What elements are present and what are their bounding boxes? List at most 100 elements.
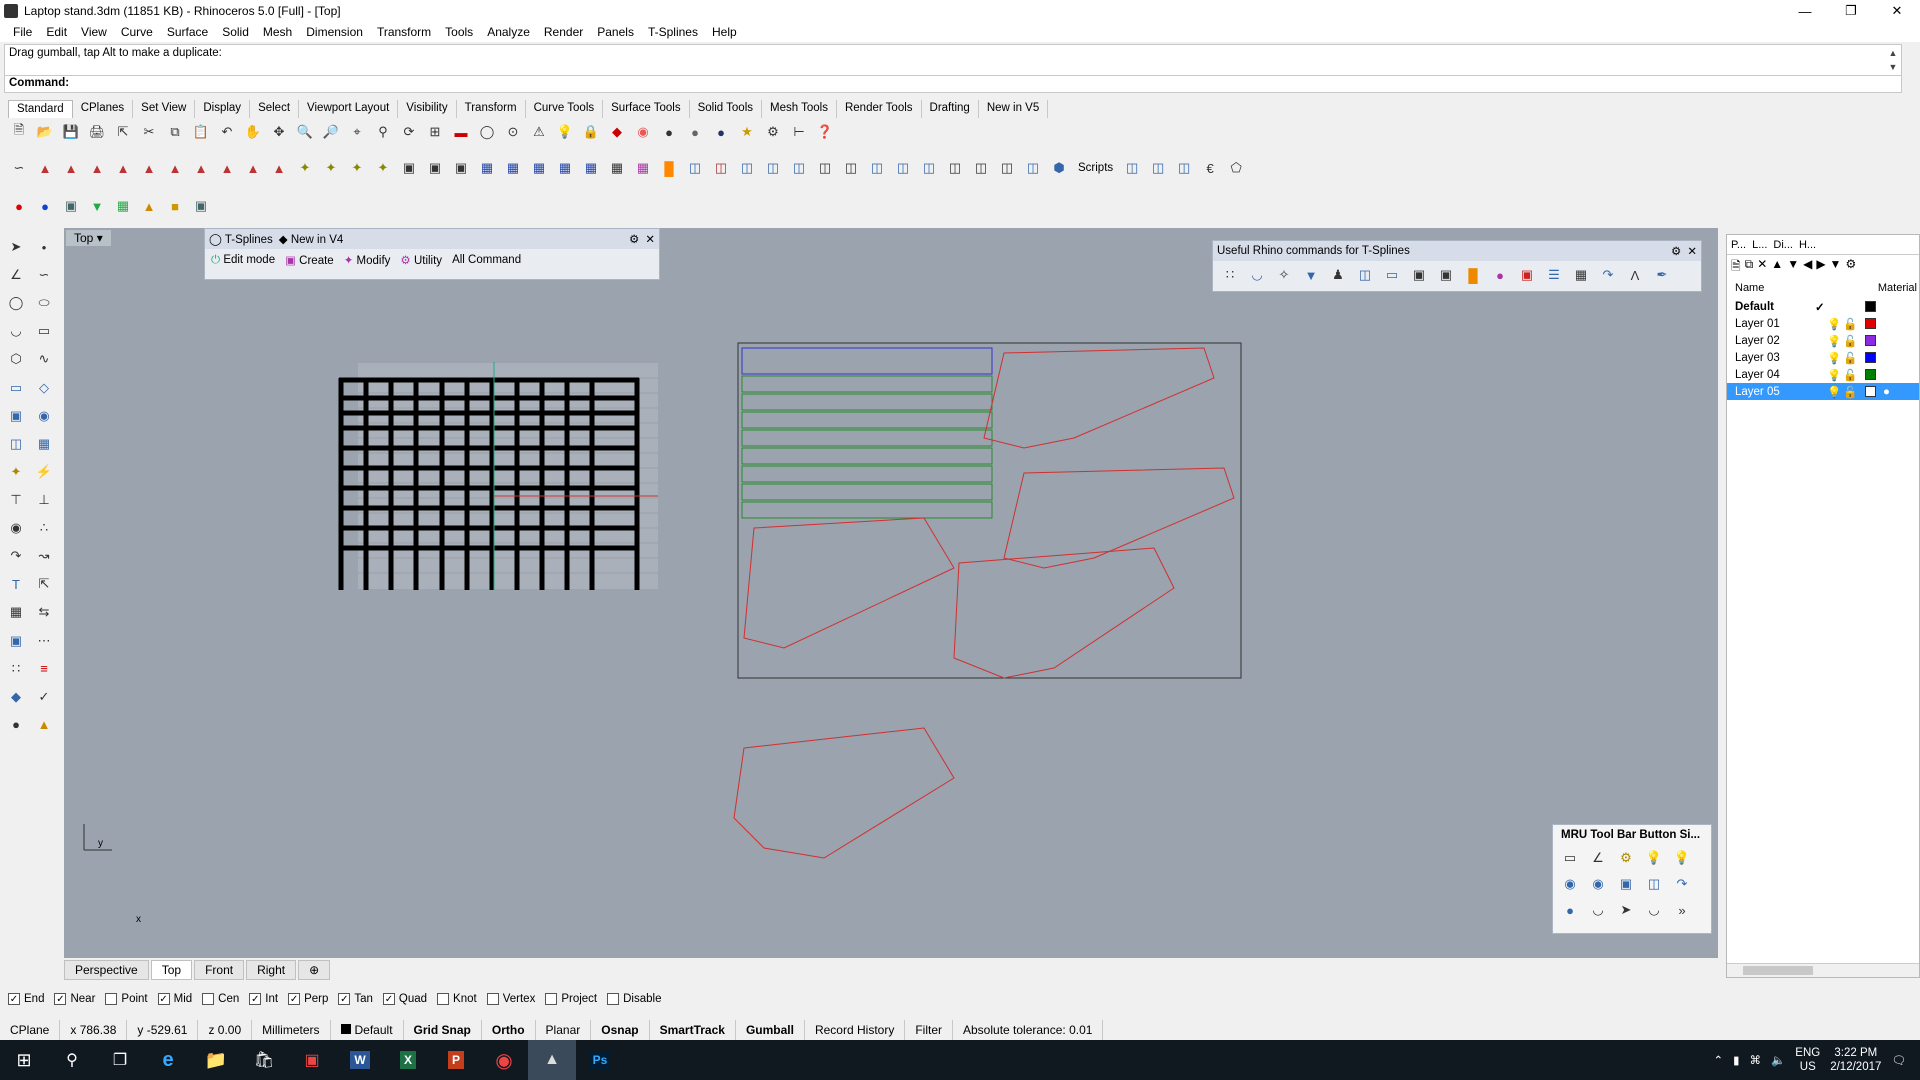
top-viewport[interactable]: [64, 228, 1718, 958]
rotate-view-icon[interactable]: ⟳: [398, 121, 420, 143]
person-tool-icon[interactable]: ♟: [1327, 264, 1349, 286]
tab-new-in-v5[interactable]: New in V5: [979, 100, 1049, 118]
history-scroll-down-icon[interactable]: ▼: [1887, 61, 1899, 73]
layer-color-swatch[interactable]: [1865, 369, 1876, 380]
box-tool-1-icon[interactable]: ▣: [398, 157, 420, 179]
osnap-perp[interactable]: ✓ Perp: [288, 993, 328, 1005]
layer-visible-bulb-icon[interactable]: 💡: [1827, 385, 1841, 399]
status-layer[interactable]: Default: [331, 1020, 404, 1040]
layer-visible-bulb-icon[interactable]: 💡: [1827, 334, 1841, 348]
four-views-icon[interactable]: ⊞: [424, 121, 446, 143]
surface-tool-6-icon[interactable]: ▲: [164, 157, 186, 179]
tsplines-panel-tab[interactable]: ◯ T-Splines: [209, 232, 273, 246]
tab-front[interactable]: Front: [194, 960, 245, 980]
curve-icon[interactable]: ∽: [32, 264, 56, 286]
tab-surface-tools[interactable]: Surface Tools: [603, 100, 690, 118]
powerpoint-icon[interactable]: P: [432, 1040, 480, 1080]
tab-viewport-layout[interactable]: Viewport Layout: [299, 100, 399, 118]
toggle-filter[interactable]: Filter: [905, 1020, 953, 1040]
mesh-tool-5-icon[interactable]: ◫: [788, 157, 810, 179]
move-left-icon[interactable]: ◀: [1803, 257, 1812, 278]
osnap-tan[interactable]: ✓ Tan: [338, 993, 373, 1005]
viewport-title[interactable]: Top ▾: [66, 230, 111, 246]
status-units[interactable]: Millimeters: [252, 1020, 331, 1040]
solid-tools-icon[interactable]: ▣: [4, 630, 28, 652]
move-right-icon[interactable]: ▶: [1816, 257, 1825, 278]
osnap-cen[interactable]: Cen: [202, 993, 239, 1005]
curve-tool-icon[interactable]: ∽: [8, 157, 30, 179]
environment-icon[interactable]: ▼: [86, 195, 108, 217]
boolean-icon[interactable]: ◉: [32, 405, 56, 427]
arc-tool-icon[interactable]: ◡: [1246, 264, 1268, 286]
toggle-grid-snap[interactable]: Grid Snap: [404, 1020, 482, 1040]
mru-gear-icon[interactable]: ⚙: [1615, 847, 1637, 869]
toggle-record-history[interactable]: Record History: [805, 1020, 906, 1040]
all-command-button[interactable]: All Command: [452, 254, 521, 266]
transform-tool-2-icon[interactable]: ✦: [320, 157, 342, 179]
dimension-tool-icon[interactable]: ⚡: [32, 461, 56, 483]
bucket-tool-1-icon[interactable]: ◫: [944, 157, 966, 179]
gem-tool-icon[interactable]: ⬢: [1048, 157, 1070, 179]
script-tool-1-icon[interactable]: ◫: [1121, 157, 1143, 179]
mesh-tool-6-icon[interactable]: ◫: [814, 157, 836, 179]
history-scroll-up-icon[interactable]: ▲: [1887, 47, 1899, 59]
menu-solid[interactable]: Solid: [215, 25, 256, 39]
scale-icon[interactable]: ⇱: [32, 573, 56, 595]
shell-tool-icon[interactable]: ▣: [1435, 264, 1457, 286]
layer-row-03[interactable]: Layer 03 💡 🔓: [1727, 349, 1919, 366]
menu-transform[interactable]: Transform: [370, 25, 438, 39]
color-grid-icon[interactable]: ▦: [632, 157, 654, 179]
mru-cap-icon[interactable]: ◫: [1643, 873, 1665, 895]
mru-solid-icon[interactable]: ▣: [1615, 873, 1637, 895]
help-icon[interactable]: ❓: [814, 121, 836, 143]
color-wheel-icon[interactable]: ◉: [632, 121, 654, 143]
plane-tool-icon[interactable]: ▭: [1381, 264, 1403, 286]
tab-cplanes[interactable]: CPlanes: [73, 100, 134, 118]
tab-select[interactable]: Select: [250, 100, 300, 118]
script-tool-3-icon[interactable]: ◫: [1173, 157, 1195, 179]
offset-icon[interactable]: ↝: [32, 545, 56, 567]
layer-row-04[interactable]: Layer 04 💡 🔓: [1727, 366, 1919, 383]
scripts-label[interactable]: Scripts: [1074, 162, 1117, 174]
layer-color-swatch[interactable]: [1865, 301, 1876, 312]
volume-icon[interactable]: 🔈: [1771, 1053, 1785, 1067]
osnap-int[interactable]: ✓ Int: [249, 993, 278, 1005]
surface-loft-icon[interactable]: ◇: [32, 377, 56, 399]
layer-icon[interactable]: ◆: [606, 121, 628, 143]
snap-icon[interactable]: ⚠: [528, 121, 550, 143]
osnap-quad[interactable]: ✓ Quad: [382, 993, 427, 1005]
new-file-icon[interactable]: 🗎: [8, 121, 30, 143]
search-icon[interactable]: ⚲: [48, 1040, 96, 1080]
ground-plane-icon[interactable]: ▣: [190, 195, 212, 217]
surface-tool-5-icon[interactable]: ▲: [138, 157, 160, 179]
surface-tool-10-icon[interactable]: ▲: [268, 157, 290, 179]
surface-tool-2-icon[interactable]: ▲: [60, 157, 82, 179]
layer-lock-icon[interactable]: 🔓: [1843, 334, 1857, 348]
zoom-icon[interactable]: 🔍: [294, 121, 316, 143]
column-name-header[interactable]: Name: [1735, 282, 1764, 294]
tab-top[interactable]: Top: [150, 960, 193, 980]
layer-material-sphere-icon[interactable]: ●: [1883, 386, 1890, 398]
save-icon[interactable]: 💾: [60, 121, 82, 143]
polyline-icon[interactable]: ∠: [4, 264, 28, 286]
useful-panel-gear-icon[interactable]: ⚙: [1671, 244, 1681, 258]
text-icon[interactable]: T: [4, 573, 28, 595]
battery-icon[interactable]: ▮: [1733, 1053, 1739, 1067]
scrollbar-thumb[interactable]: [1743, 966, 1813, 975]
copy-icon[interactable]: ⧉: [164, 121, 186, 143]
tab-curve-tools[interactable]: Curve Tools: [526, 100, 604, 118]
file-explorer-icon[interactable]: 📁: [192, 1040, 240, 1080]
tab-visibility[interactable]: Visibility: [398, 100, 457, 118]
freeform-icon[interactable]: ∿: [32, 348, 56, 370]
mru-boolean-union-icon[interactable]: ◉: [1559, 873, 1581, 895]
toggle-osnap[interactable]: Osnap: [591, 1020, 650, 1040]
pan-icon[interactable]: ✋: [242, 121, 264, 143]
tab-mesh-tools[interactable]: Mesh Tools: [762, 100, 837, 118]
join-icon[interactable]: ◉: [4, 517, 28, 539]
transform-tool-4-icon[interactable]: ✦: [372, 157, 394, 179]
osnap-near[interactable]: ✓ Near: [54, 993, 95, 1005]
menu-analyze[interactable]: Analyze: [480, 25, 537, 39]
layer-color-swatch[interactable]: [1865, 318, 1876, 329]
layer-lock-icon[interactable]: 🔓: [1843, 368, 1857, 382]
rectangle-icon[interactable]: ▭: [32, 320, 56, 342]
